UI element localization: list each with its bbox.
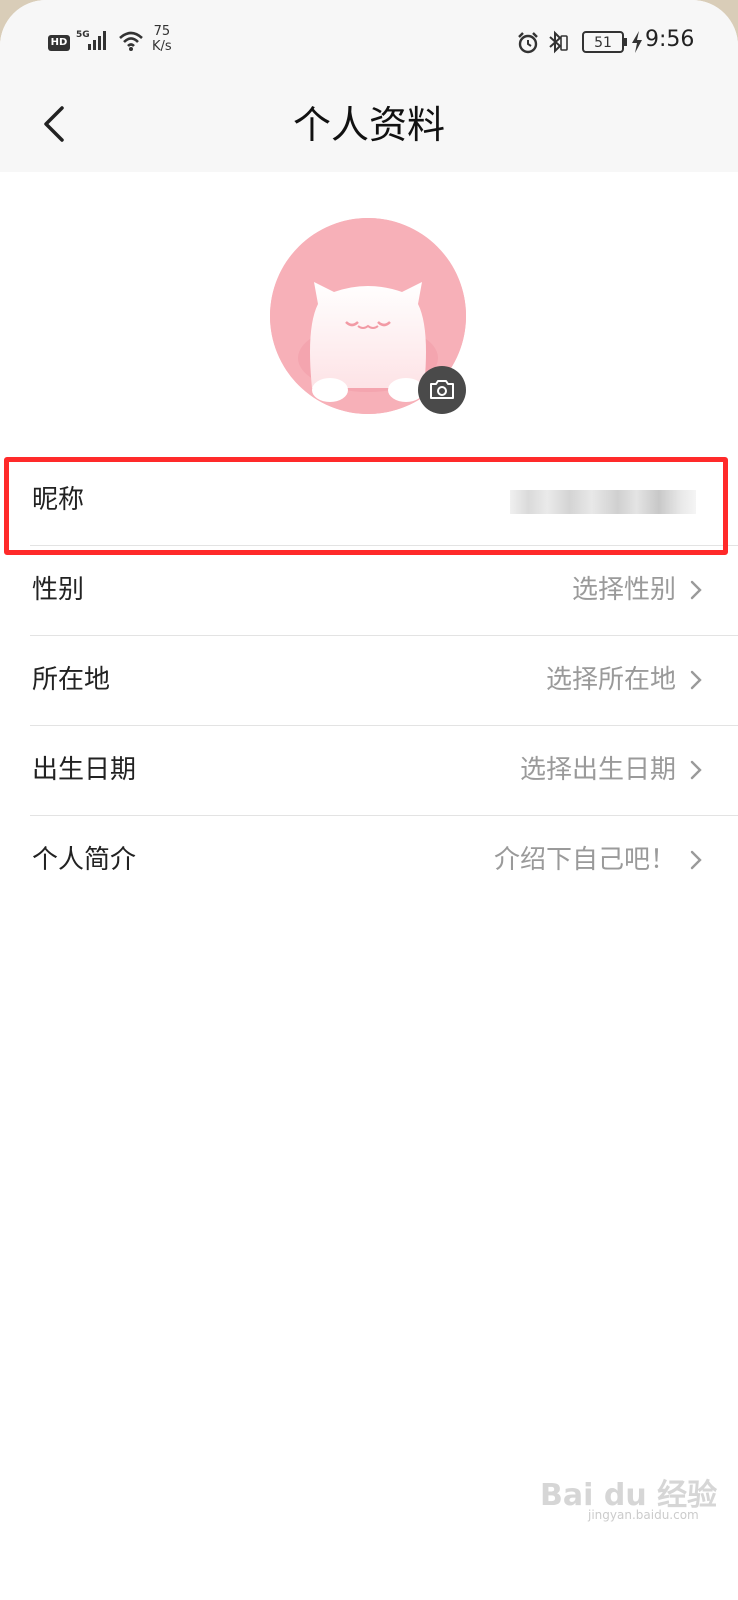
chevron-right-icon bbox=[690, 670, 702, 690]
alarm-icon bbox=[516, 31, 540, 59]
status-bar: HD 5G 75 K/s 51 9:56 bbox=[0, 0, 738, 84]
bluetooth-icon bbox=[546, 30, 568, 58]
charging-icon bbox=[630, 30, 644, 58]
row-value: 介绍下自己吧！ bbox=[493, 845, 676, 875]
battery-icon: 51 bbox=[582, 31, 628, 57]
highlight-box bbox=[4, 457, 728, 555]
page-title: 个人资料 bbox=[292, 103, 445, 147]
wifi-icon bbox=[118, 30, 144, 56]
row-gender[interactable]: 性别 选择性别 bbox=[0, 546, 738, 636]
row-bio[interactable]: 个人简介 介绍下自己吧！ bbox=[0, 816, 738, 906]
phone-screen: HD 5G 75 K/s 51 9:56 个人资料 昵称 性别 选择性别 所在地… bbox=[0, 0, 738, 1600]
speed-value: 75 bbox=[153, 24, 171, 39]
chevron-right-icon bbox=[690, 850, 702, 870]
row-location[interactable]: 所在地 选择所在地 bbox=[0, 636, 738, 726]
chevron-right-icon bbox=[690, 760, 702, 780]
hd-badge: HD bbox=[48, 35, 70, 51]
row-value: 选择出生日期 bbox=[519, 755, 676, 785]
row-label: 性别 bbox=[32, 575, 85, 605]
speed-unit: K/s bbox=[152, 39, 172, 54]
row-label: 出生日期 bbox=[32, 755, 137, 785]
baidu-watermark-url: jingyan.baidu.com bbox=[588, 1508, 699, 1522]
row-birthday[interactable]: 出生日期 选择出生日期 bbox=[0, 726, 738, 816]
row-label: 所在地 bbox=[32, 665, 111, 695]
network-speed: 75 K/s bbox=[152, 24, 172, 54]
row-label: 个人简介 bbox=[32, 845, 137, 875]
chevron-right-icon bbox=[690, 580, 702, 600]
battery-level: 51 bbox=[594, 35, 612, 51]
status-time: 9:56 bbox=[645, 27, 695, 52]
nav-bar: 个人资料 bbox=[0, 84, 738, 172]
row-value: 选择性别 bbox=[571, 575, 676, 605]
network-label: 5G bbox=[76, 30, 90, 40]
camera-icon bbox=[430, 380, 454, 399]
row-value: 选择所在地 bbox=[545, 665, 676, 695]
avatar-container[interactable] bbox=[270, 218, 466, 414]
change-avatar-button[interactable] bbox=[418, 366, 466, 414]
signal-icon: 5G bbox=[76, 28, 110, 56]
